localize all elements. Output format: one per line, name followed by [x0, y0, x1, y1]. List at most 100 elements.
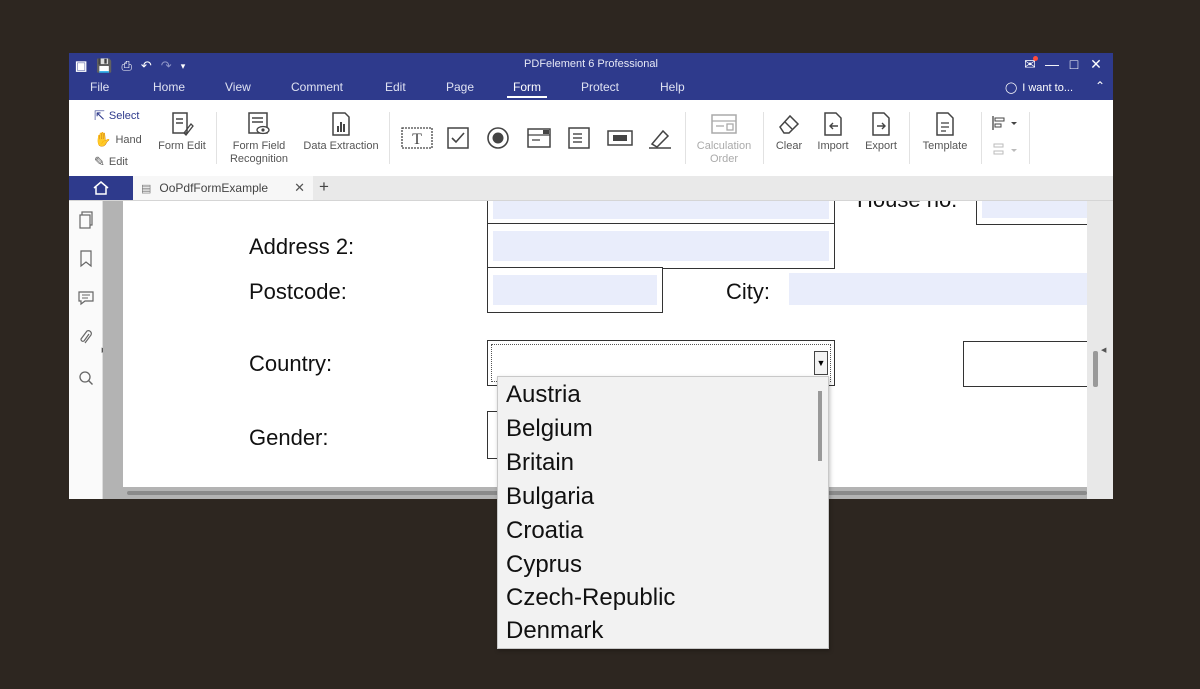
- gender-label: Gender:: [249, 425, 329, 450]
- menu-file[interactable]: File: [90, 80, 109, 94]
- select-label: Select: [108, 110, 140, 122]
- country-option-bulgaria[interactable]: Bulgaria: [506, 483, 594, 511]
- data-extraction-icon: [300, 110, 382, 138]
- city-field[interactable]: [789, 273, 1087, 305]
- data-extraction-label: Data Extraction: [303, 140, 379, 152]
- document-icon: ▤: [141, 182, 152, 195]
- form-field-recognition-label-2: Recognition: [229, 153, 289, 165]
- country-option-britain[interactable]: Britain: [506, 449, 574, 477]
- menu-form[interactable]: Form: [507, 80, 547, 98]
- document-tab[interactable]: ▤ OoPdfFormExample ✕: [133, 176, 313, 200]
- signature-tool[interactable]: [645, 124, 675, 154]
- checkbox-tool[interactable]: [443, 124, 473, 154]
- home-tab[interactable]: [69, 176, 133, 200]
- signature-pen-icon: [645, 124, 675, 152]
- form-edit-button[interactable]: Form Edit: [155, 110, 209, 153]
- house-no-field[interactable]: [976, 201, 1087, 225]
- house-no-label: House no:: [857, 201, 957, 213]
- city-label: City:: [726, 279, 770, 304]
- edit-icon: ✎: [94, 154, 105, 169]
- i-want-to-search[interactable]: ◯ I want to...: [1004, 81, 1073, 95]
- close-icon[interactable]: ✕: [1085, 56, 1107, 73]
- edit-tool[interactable]: ✎ Edit: [94, 154, 128, 170]
- country-option-czech-republic[interactable]: Czech-Republic: [506, 584, 675, 612]
- text-field-icon: T: [400, 124, 434, 152]
- search-icon[interactable]: [77, 369, 95, 387]
- form-field-recognition-button[interactable]: Form Field Recognition: [225, 110, 293, 166]
- menu-home[interactable]: Home: [153, 80, 185, 94]
- country-option-cyprus[interactable]: Cyprus: [506, 551, 582, 579]
- country-label: Country:: [249, 351, 333, 376]
- country-side-field[interactable]: [963, 341, 1087, 387]
- template-label: Template: [922, 140, 968, 152]
- button-field-icon: [604, 124, 636, 152]
- address2-field[interactable]: [487, 223, 835, 269]
- menu-protect[interactable]: Protect: [581, 80, 619, 94]
- calculation-order-button: Calculation Order: [693, 110, 755, 166]
- import-icon: [813, 110, 853, 138]
- i-want-to-label: I want to...: [1022, 81, 1073, 94]
- postcode-field[interactable]: [487, 267, 663, 313]
- title-bar: ▣ 💾 ⎙ ↶ ↷ ▾ PDFelement 6 Professional ✉ …: [69, 53, 1113, 100]
- close-tab-icon[interactable]: ✕: [294, 180, 305, 196]
- menu-edit[interactable]: Edit: [385, 80, 406, 94]
- data-extraction-button[interactable]: Data Extraction: [300, 110, 382, 153]
- country-dropdown-list[interactable]: Austria Belgium Britain Bulgaria Croatia…: [497, 376, 829, 649]
- list-box-tool[interactable]: [564, 124, 594, 154]
- vertical-scroll-thumb[interactable]: [1093, 351, 1098, 387]
- radio-button-tool[interactable]: [483, 124, 513, 154]
- menu-comment[interactable]: Comment: [291, 80, 343, 94]
- minimize-icon[interactable]: —: [1041, 56, 1063, 73]
- address2-label: Address 2:: [249, 234, 355, 259]
- calculation-order-icon: [693, 110, 755, 138]
- form-edit-label: Form Edit: [158, 140, 206, 152]
- left-panel-toolbar: ▶: [69, 201, 107, 499]
- app-title: PDFelement 6 Professional: [524, 58, 658, 70]
- template-button[interactable]: Template: [917, 110, 973, 153]
- distribute-button: [988, 141, 1022, 161]
- list-box-icon: [564, 124, 594, 152]
- collapse-ribbon-icon[interactable]: ⌃: [1095, 79, 1105, 93]
- calculation-order-label-2: Order: [709, 153, 739, 165]
- menu-help[interactable]: Help: [660, 80, 685, 94]
- collapse-right-panel-icon[interactable]: ◀: [1101, 346, 1106, 354]
- button-tool[interactable]: [604, 124, 636, 154]
- svg-text:T: T: [412, 131, 422, 148]
- align-button[interactable]: [988, 114, 1022, 134]
- mail-icon[interactable]: ✉: [1019, 56, 1041, 73]
- hand-label: Hand: [115, 133, 142, 146]
- menu-bar: File Home View Comment Edit Page Form Pr…: [69, 78, 1113, 100]
- clear-button[interactable]: Clear: [770, 110, 808, 153]
- document-tab-title: OoPdfFormExample: [159, 181, 269, 195]
- lightbulb-icon: ◯: [1004, 82, 1018, 94]
- select-tool[interactable]: ⇱ Select: [94, 108, 139, 124]
- menu-page[interactable]: Page: [446, 80, 474, 94]
- dropdown-scroll-thumb[interactable]: [818, 391, 822, 461]
- country-option-belgium[interactable]: Belgium: [506, 415, 593, 443]
- attachment-icon[interactable]: [77, 329, 95, 347]
- bookmark-icon[interactable]: [77, 250, 95, 268]
- export-label: Export: [865, 140, 897, 152]
- hand-tool[interactable]: ✋ Hand: [94, 131, 142, 148]
- vertical-scrollbar[interactable]: ◀: [1087, 201, 1113, 499]
- thumbnails-icon[interactable]: [77, 211, 95, 229]
- eraser-icon: [770, 110, 808, 138]
- country-option-croatia[interactable]: Croatia: [506, 517, 583, 545]
- address1-field[interactable]: [487, 201, 835, 225]
- country-option-austria[interactable]: Austria: [506, 381, 581, 409]
- postcode-label: Postcode:: [249, 279, 347, 304]
- align-left-icon: [988, 114, 1022, 132]
- form-field-recognition-label-1: Form Field: [232, 140, 286, 152]
- export-button[interactable]: Export: [861, 110, 901, 153]
- text-field-tool[interactable]: T: [400, 124, 434, 154]
- radio-button-icon: [483, 124, 513, 152]
- add-tab-icon[interactable]: +: [313, 177, 335, 197]
- dropdown-arrow-icon[interactable]: ▼: [814, 351, 828, 375]
- combo-box-tool[interactable]: [524, 124, 554, 154]
- comment-icon[interactable]: [77, 289, 95, 307]
- menu-view[interactable]: View: [225, 80, 251, 94]
- country-option-denmark[interactable]: Denmark: [506, 617, 603, 645]
- import-button[interactable]: Import: [813, 110, 853, 153]
- hand-icon: ✋: [94, 131, 112, 147]
- maximize-icon[interactable]: □: [1063, 56, 1085, 73]
